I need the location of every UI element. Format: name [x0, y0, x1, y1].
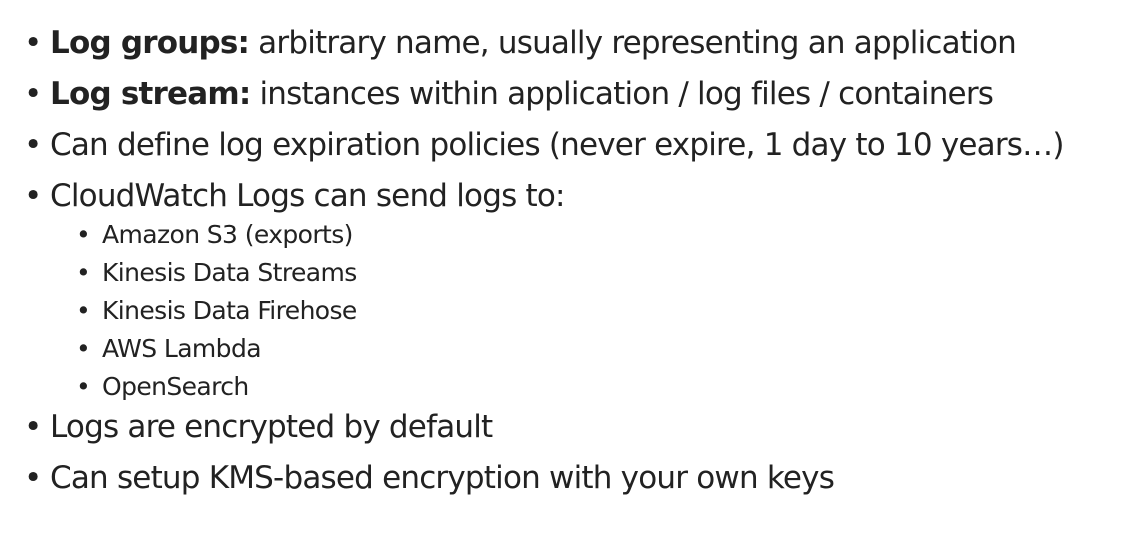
bullet-text: instances within application / log files…	[250, 76, 994, 112]
bullet-label: Log groups:	[50, 25, 250, 61]
sub-bullet-item: Amazon S3 (exports)	[22, 216, 1117, 254]
bullet-list: Log groups: arbitrary name, usually repr…	[22, 18, 1117, 504]
sub-bullet-item: AWS Lambda	[22, 330, 1117, 368]
bullet-send-logs: CloudWatch Logs can send logs to:	[22, 171, 1117, 222]
bullet-text: Logs are encrypted by default	[50, 409, 493, 445]
bullet-log-groups: Log groups: arbitrary name, usually repr…	[22, 18, 1117, 69]
bullet-encrypted: Logs are encrypted by default	[22, 402, 1117, 453]
sub-bullet-item: OpenSearch	[22, 368, 1117, 406]
sub-bullet-group: Amazon S3 (exports) Kinesis Data Streams…	[22, 216, 1117, 406]
bullet-text: Can define log expiration policies (neve…	[50, 127, 1064, 163]
destination-list: Amazon S3 (exports) Kinesis Data Streams…	[22, 216, 1117, 406]
slide: Log groups: arbitrary name, usually repr…	[0, 0, 1126, 546]
bullet-text: CloudWatch Logs can send logs to:	[50, 178, 565, 214]
sub-bullet-item: Kinesis Data Firehose	[22, 292, 1117, 330]
bullet-label: Log stream:	[50, 76, 251, 112]
bullet-log-stream: Log stream: instances within application…	[22, 69, 1117, 120]
bullet-expiration: Can define log expiration policies (neve…	[22, 120, 1117, 171]
sub-bullet-item: Kinesis Data Streams	[22, 254, 1117, 292]
bullet-text: arbitrary name, usually representing an …	[249, 25, 1017, 61]
bullet-kms: Can setup KMS-based encryption with your…	[22, 453, 1117, 504]
bullet-text: Can setup KMS-based encryption with your…	[50, 460, 835, 496]
